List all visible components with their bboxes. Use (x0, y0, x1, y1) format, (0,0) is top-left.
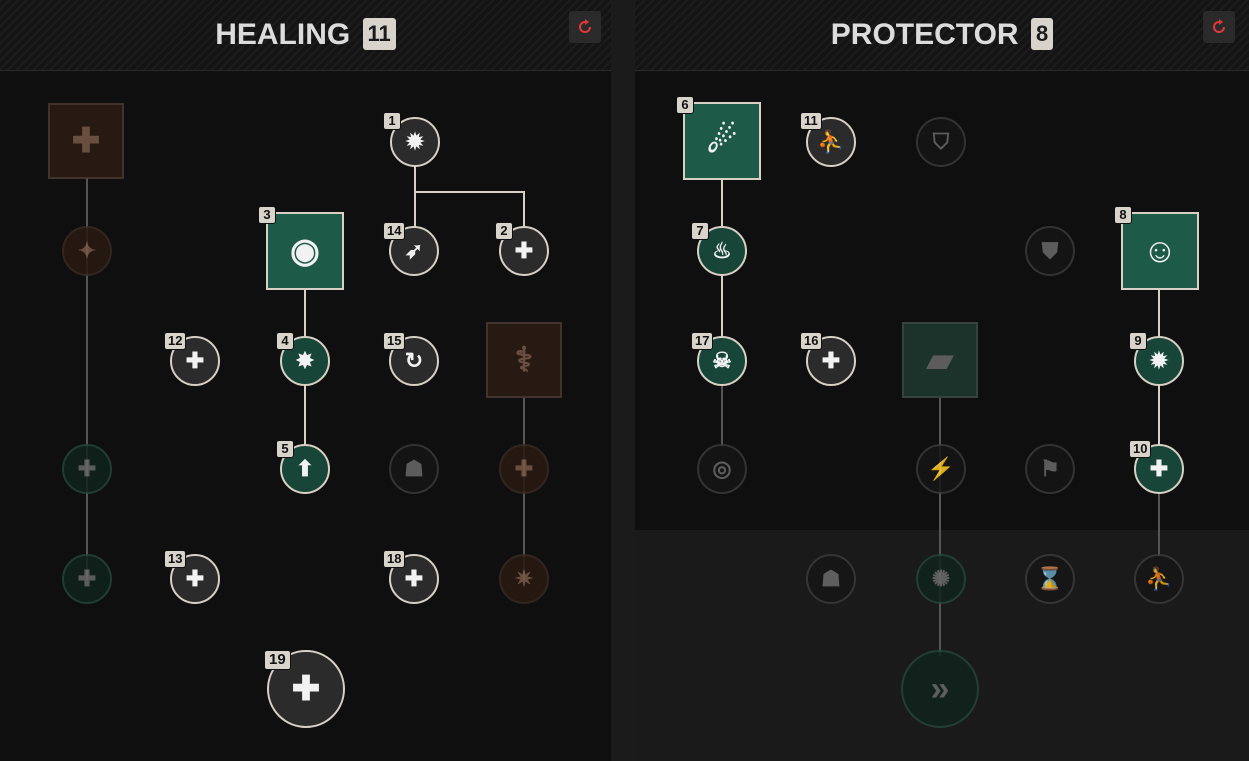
skill-order-badge: 4 (276, 332, 294, 350)
skill-order-badge: 6 (676, 96, 694, 114)
points-counter: 11 (362, 18, 396, 50)
team-heal-icon: ⚕ (514, 341, 534, 379)
reset-button[interactable] (1203, 11, 1235, 43)
lightning-icon: ⚡ (927, 456, 955, 481)
skill-node[interactable]: ✚ (62, 444, 112, 494)
armor-icon: ⛊ (1041, 238, 1059, 263)
skill-node[interactable]: ✚ (62, 554, 112, 604)
skill-order-badge: 3 (258, 206, 276, 224)
badge-icon: ⛉ (932, 129, 950, 154)
group-icon: ☗ (404, 456, 424, 481)
connector (304, 288, 306, 336)
skill-node[interactable]: ⛊ (1025, 226, 1075, 276)
skill-node[interactable]: ✺ (916, 554, 966, 604)
skill-node[interactable]: » (901, 650, 979, 728)
skill-order-badge: 2 (495, 222, 513, 240)
panel-header: HEALING 11 (0, 0, 611, 71)
skill-order-badge: 7 (691, 222, 709, 240)
connector (414, 191, 524, 193)
canister-icon: ▰ (926, 341, 954, 379)
skill-node[interactable]: ✚ (48, 103, 124, 179)
panel-title: PROTECTOR 8 (635, 18, 1249, 52)
healing-panel: HEALING 11 ✚ ✦ ✚ ✚ ✹ 1 ➶ 14 ✚ 2 ◉ 3 ✚ 12… (0, 0, 611, 761)
cross-group-icon: ✚ (77, 456, 97, 481)
hourglass-icon: ⌛ (1036, 566, 1064, 591)
skill-node[interactable]: ☗ (806, 554, 856, 604)
skill-node[interactable]: ⛹ (1134, 554, 1184, 604)
comet-icon: ☄ (706, 122, 738, 160)
skill-node[interactable]: ⚡ (916, 444, 966, 494)
skill-node[interactable]: ⛉ (916, 117, 966, 167)
medic-cross-icon: ✚ (71, 122, 101, 160)
connector (414, 165, 416, 193)
skill-order-badge: 15 (383, 332, 406, 350)
skill-order-badge: 11 (800, 112, 822, 130)
skill-node[interactable]: ☄ (683, 102, 761, 180)
reset-icon (579, 19, 591, 33)
connector (1158, 494, 1160, 556)
spark-icon: ✦ (77, 238, 97, 263)
skill-node[interactable]: ◎ (697, 444, 747, 494)
reset-icon (1213, 19, 1225, 33)
orb-icon: ◉ (290, 232, 320, 270)
star-icon: ✷ (514, 566, 534, 591)
connector (939, 398, 941, 656)
skill-node[interactable]: ⚕ (486, 322, 562, 398)
skill-order-badge: 1 (383, 112, 401, 130)
skill-order-badge: 13 (164, 550, 187, 568)
protector-panel: PROTECTOR 8 ☄ 6 ⛹ 11 ⛉ ♨ 7 ⛊ ☺ 8 ☠ 17 ✚ … (635, 0, 1249, 761)
skill-node[interactable]: ☗ (389, 444, 439, 494)
panel-header: PROTECTOR 8 (635, 0, 1249, 71)
tree-name: PROTECTOR (830, 18, 1019, 51)
skill-order-badge: 10 (1129, 440, 1152, 458)
skill-node[interactable]: ✚ (499, 444, 549, 494)
connector (304, 384, 306, 446)
skill-order-badge: 9 (1129, 332, 1147, 350)
runner-icon: ⛹ (1145, 566, 1173, 591)
explosion-icon: ✺ (931, 566, 951, 591)
skill-order-badge: 5 (276, 440, 294, 458)
skill-node[interactable]: ✦ (62, 226, 112, 276)
skill-order-badge: 19 (264, 650, 291, 670)
skill-order-badge: 14 (383, 222, 406, 240)
cross-icon: ✚ (77, 566, 97, 591)
skill-order-badge: 18 (383, 550, 406, 568)
connector (523, 191, 525, 227)
points-counter: 8 (1030, 18, 1054, 50)
skill-order-badge: 8 (1114, 206, 1132, 224)
group-icon: ☗ (821, 566, 841, 591)
shield-dash-icon: » (930, 669, 950, 708)
connector (1158, 288, 1160, 338)
double-plus-icon: ✚ (514, 456, 534, 481)
tree-name: HEALING (215, 18, 351, 51)
connector (721, 384, 723, 446)
skill-node[interactable]: ⚑ (1025, 444, 1075, 494)
skill-node[interactable]: ⌛ (1025, 554, 1075, 604)
skill-order-badge: 17 (691, 332, 714, 350)
skill-node[interactable]: ▰ (902, 322, 978, 398)
connector (414, 191, 416, 227)
reset-button[interactable] (569, 11, 601, 43)
panel-title: HEALING 11 (0, 18, 611, 52)
connector (1158, 384, 1160, 446)
ring-icon: ◎ (712, 456, 732, 481)
skill-node[interactable]: ◉ (266, 212, 344, 290)
person-aura-icon: ☺ (1142, 231, 1178, 270)
skill-node[interactable]: ✷ (499, 554, 549, 604)
skill-node[interactable]: ☺ (1121, 212, 1199, 290)
sprint-icon: ⚑ (1040, 456, 1060, 481)
skill-order-badge: 12 (164, 332, 187, 350)
skill-order-badge: 16 (800, 332, 823, 350)
